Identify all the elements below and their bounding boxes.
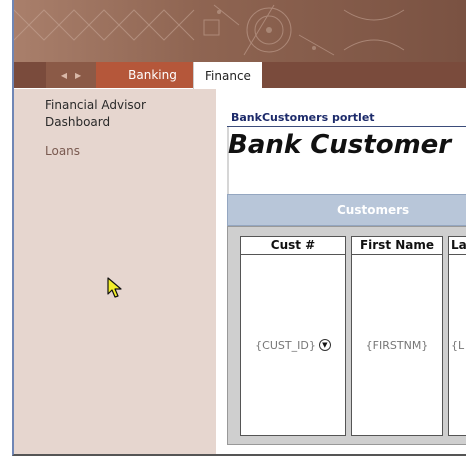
chevron-down-circle-icon[interactable]: ▼ <box>318 339 331 351</box>
mouse-cursor-icon <box>107 277 123 303</box>
banner-ornament-graphic <box>14 4 405 56</box>
table-cell[interactable]: {CUST_ID} ▼ <box>241 255 345 435</box>
column-first-name: First Name {FIRSTNM} <box>351 236 443 436</box>
column-header[interactable]: Cust # <box>241 237 345 255</box>
cell-value: {L <box>451 338 465 352</box>
table-cell[interactable]: {FIRSTNM} <box>352 255 442 435</box>
column-cust-id: Cust # {CUST_ID} ▼ <box>240 236 346 436</box>
tab-finance[interactable]: Finance <box>193 62 262 89</box>
portlet-header: BankCustomers portlet <box>227 111 466 127</box>
customers-panel-header: Customers <box>227 194 466 226</box>
page-title: Bank Customer <box>228 130 452 160</box>
sidebar-item-loans[interactable]: Loans <box>45 144 80 158</box>
column-header[interactable]: First Name <box>352 237 442 255</box>
arrow-right-icon[interactable]: ▶ <box>75 71 81 80</box>
arrow-left-icon[interactable]: ◀ <box>61 71 67 80</box>
column-header[interactable]: La <box>449 237 466 255</box>
cell-value: {FIRSTNM} <box>365 338 429 352</box>
sidebar-item-financial-advisor-dashboard[interactable]: Financial Advisor Dashboard <box>45 97 205 131</box>
customers-panel-title: Customers <box>337 203 410 217</box>
header-banner <box>14 0 466 62</box>
table-cell[interactable]: {L <box>449 255 466 435</box>
cell-value: {CUST_ID} <box>255 338 316 352</box>
tab-banking[interactable]: Banking <box>96 62 193 88</box>
tab-bar-filler <box>262 62 466 88</box>
column-last-name: La {L <box>448 236 466 436</box>
tab-scroll-control[interactable]: ◀ ▶ <box>46 62 96 88</box>
portal-window: ◀ ▶ Banking Finance Financial Advisor Da… <box>0 0 466 469</box>
